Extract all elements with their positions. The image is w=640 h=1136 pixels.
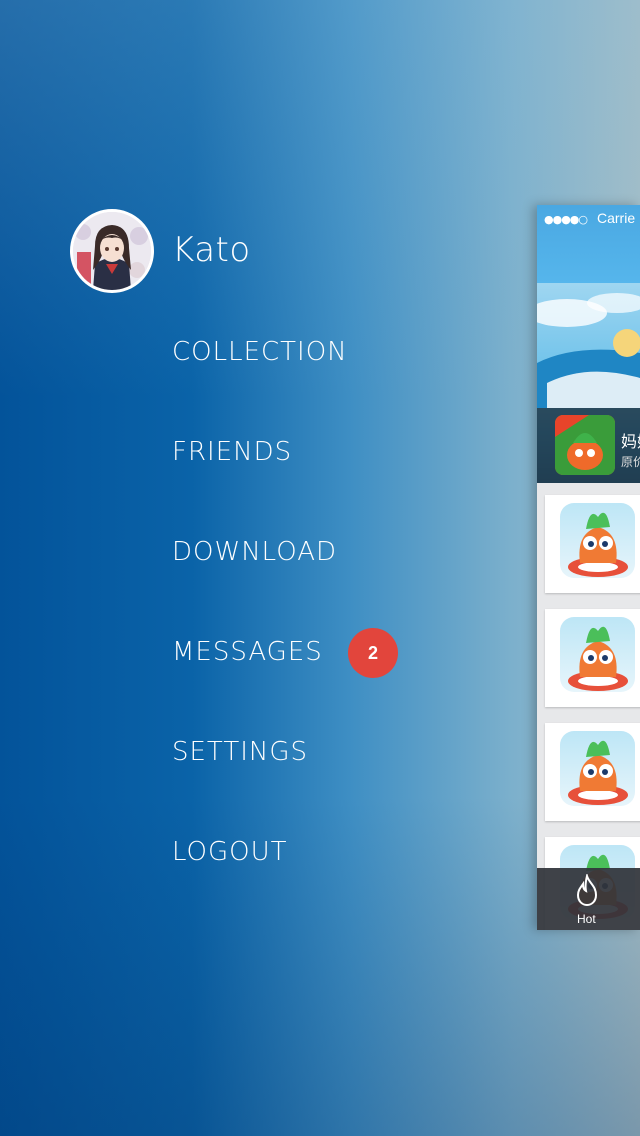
list-item[interactable] (545, 723, 640, 821)
carrot-game-icon (560, 731, 635, 806)
flame-icon[interactable] (572, 874, 602, 908)
carrot-game-icon (560, 617, 635, 692)
messages-badge: 2 (348, 628, 398, 678)
tab-bar: Hot (537, 868, 640, 930)
menu-item-friends[interactable]: FRIENDS (172, 437, 292, 467)
list-item[interactable] (545, 495, 640, 593)
list-item[interactable] (545, 609, 640, 707)
signal-icon: ●●●●○ (544, 213, 588, 226)
banner-title: 妈妈 (621, 432, 640, 451)
menu-item-settings[interactable]: SETTINGS (172, 737, 308, 767)
avatar[interactable] (70, 209, 154, 293)
carrot-game-icon (560, 503, 635, 578)
banner-artwork (537, 293, 640, 408)
game-app-icon (555, 415, 615, 475)
menu-item-messages[interactable]: MESSAGES (172, 637, 323, 667)
anime-girl-avatar-icon (73, 212, 151, 290)
main-content-preview[interactable]: ●●●●○ Carrie 妈妈 原价 (537, 205, 640, 930)
banner-subtitle: 原价 (621, 455, 640, 469)
status-bar: ●●●●○ Carrie (537, 205, 640, 285)
menu-item-collection[interactable]: COLLECTION (172, 337, 348, 367)
carrier-label: Carrie (597, 210, 636, 226)
username: Kato (172, 230, 251, 270)
menu-item-logout[interactable]: LOGOUT (172, 837, 288, 867)
featured-banner[interactable]: 妈妈 原价 (537, 283, 640, 483)
menu-item-download[interactable]: DOWNLOAD (172, 537, 337, 567)
tab-hot[interactable]: Hot (577, 912, 596, 926)
